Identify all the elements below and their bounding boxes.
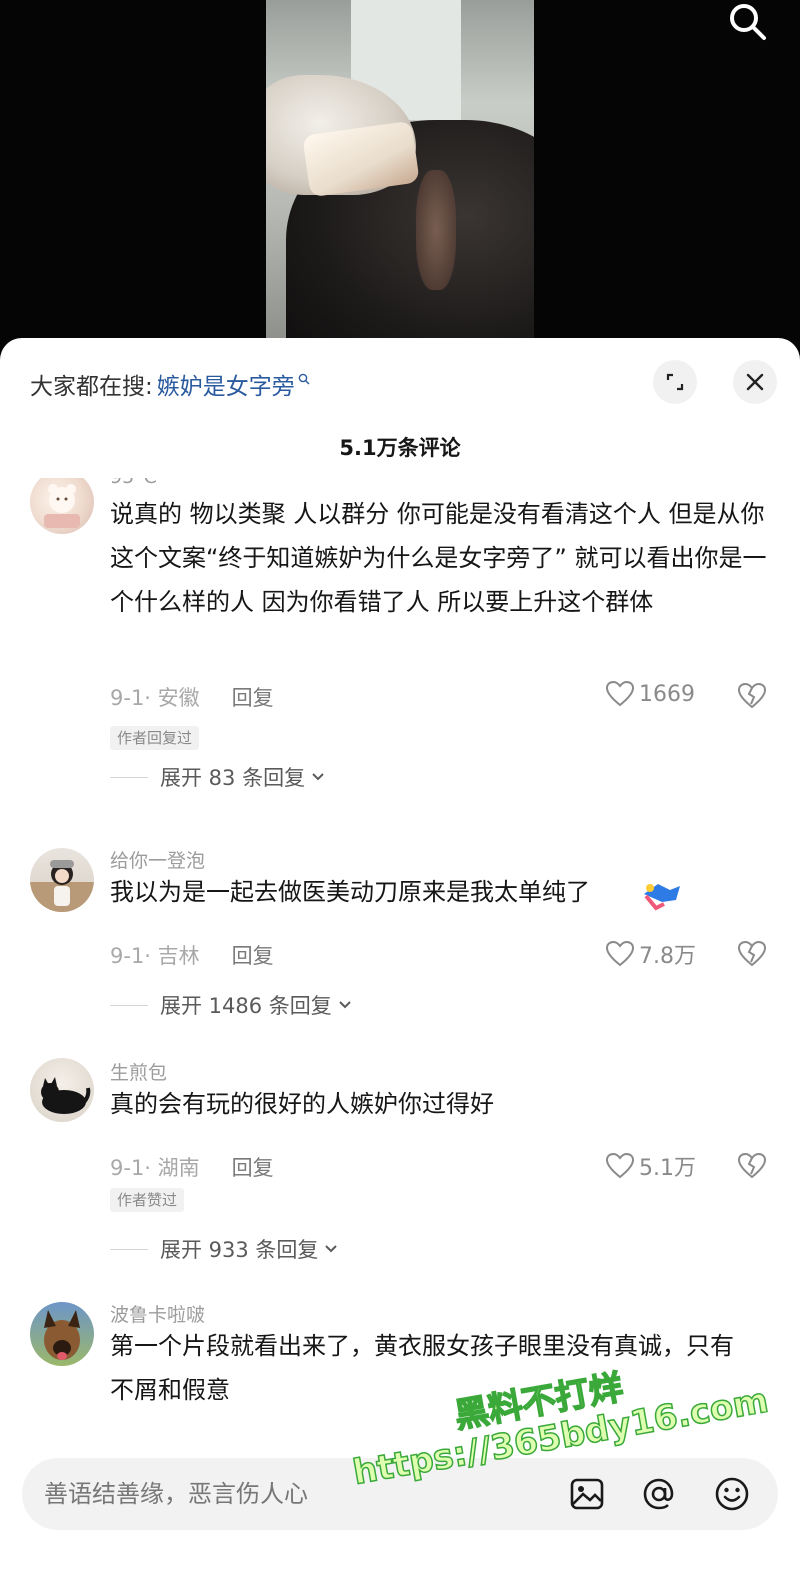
video-player[interactable] — [0, 0, 800, 360]
dislike-icon[interactable] — [737, 682, 767, 710]
avatar[interactable] — [30, 1302, 94, 1366]
heart-icon — [605, 940, 635, 967]
comment-nickname[interactable]: 95°C — [110, 478, 157, 488]
comment-nickname[interactable]: 波鲁卡啦啵 — [110, 1300, 205, 1327]
at-sign-icon — [643, 1478, 674, 1510]
reply-button[interactable]: 回复 — [232, 1152, 274, 1182]
close-button[interactable] — [733, 360, 777, 404]
divider-line — [110, 776, 148, 778]
mention-button[interactable] — [639, 1474, 679, 1514]
smiley-icon — [715, 1477, 749, 1511]
like-count: 1669 — [639, 681, 695, 707]
divider-line — [110, 1004, 148, 1006]
heart-icon — [605, 1152, 635, 1179]
expand-replies-label: 展开 1486 条回复 — [160, 994, 332, 1018]
avatar[interactable] — [30, 478, 94, 534]
bear-avatar-image — [44, 484, 80, 528]
like-button[interactable]: 1669 — [605, 680, 695, 708]
like-button[interactable]: 5.1万 — [605, 1150, 696, 1182]
chevron-down-icon — [339, 1001, 351, 1009]
image-button[interactable] — [567, 1474, 607, 1514]
comment-count: 5.1万条评论 — [339, 436, 461, 460]
comment-text: 我以为是一起去做医美动刀原来是我太单纯了 — [110, 878, 590, 906]
expand-replies-label: 展开 83 条回复 — [160, 766, 306, 790]
dislike-icon[interactable] — [737, 1152, 767, 1180]
chevron-down-icon — [325, 1245, 338, 1253]
comment-list[interactable]: 95°C 说真的 物以类聚 人以群分 你可能是没有看清这个人 但是从你这个文案“… — [0, 478, 800, 1416]
comment-input-bar — [22, 1458, 778, 1530]
comment-nickname[interactable]: 给你一登泡 — [110, 846, 205, 873]
trending-search-label: 大家都在搜: — [30, 374, 153, 400]
scalp-area — [416, 170, 456, 290]
comment-text: 真的会有玩的很好的人嫉妒你过得好 — [110, 1090, 494, 1118]
image-icon — [570, 1478, 604, 1510]
comment-date-location: 9-1· 湖南 — [110, 1156, 200, 1180]
video-frame — [266, 0, 534, 345]
small-search-icon — [298, 373, 310, 385]
author-replied-badge: 作者回复过 — [110, 726, 200, 750]
comment-nickname[interactable]: 生煎包 — [110, 1058, 167, 1085]
avatar[interactable] — [30, 848, 94, 912]
search-icon[interactable] — [726, 0, 770, 44]
author-liked-badge: 作者赞过 — [110, 1188, 185, 1212]
expand-replies-button[interactable]: 展开 1486 条回复 — [110, 990, 352, 1020]
trending-search[interactable]: 大家都在搜: 嫉妒是女字旁 — [30, 366, 310, 402]
comment-text: 第一个片段就看出来了，黄衣服女孩子眼里没有真诚，只有不屑和假意 — [110, 1332, 734, 1404]
comment-date-location: 9-1· 吉林 — [110, 944, 200, 968]
comment-meta: 9-1· 湖南 回复 — [110, 1152, 274, 1182]
skating-emoji-icon — [644, 884, 680, 911]
comment-date-location: 9-1· 安徽 — [110, 686, 200, 710]
trending-search-term[interactable]: 嫉妒是女字旁 — [157, 367, 295, 401]
close-icon — [746, 373, 764, 391]
comment-sheet: 大家都在搜: 嫉妒是女字旁 5.1万条评论 说真的 物以类聚 人以群分 你可能是… — [0, 338, 800, 1570]
like-button[interactable]: 7.8万 — [605, 938, 696, 970]
dog-avatar-image — [44, 1310, 80, 1360]
reply-button[interactable]: 回复 — [232, 940, 274, 970]
expand-replies-label: 展开 933 条回复 — [160, 1238, 319, 1262]
comment-text: 说真的 物以类聚 人以群分 你可能是没有看清这个人 但是从你这个文案“终于知道嫉… — [110, 500, 767, 616]
comment-meta: 9-1· 吉林 回复 — [110, 940, 274, 970]
like-count: 5.1万 — [639, 1156, 696, 1181]
expand-replies-button[interactable]: 展开 83 条回复 — [110, 762, 325, 792]
divider-line — [110, 1248, 148, 1250]
expand-replies-button[interactable]: 展开 933 条回复 — [110, 1234, 338, 1264]
fullscreen-button[interactable] — [653, 360, 697, 404]
comment-input[interactable] — [44, 1472, 544, 1516]
like-count: 7.8万 — [639, 944, 696, 969]
expand-icon — [666, 373, 684, 391]
girl-avatar-image — [30, 860, 94, 912]
black-cat-avatar-image — [41, 1077, 91, 1114]
comment-meta: 9-1· 安徽 回复 — [110, 682, 274, 712]
dislike-icon[interactable] — [737, 940, 767, 968]
emoji-button[interactable] — [712, 1474, 752, 1514]
heart-icon — [605, 680, 635, 707]
reply-button[interactable]: 回复 — [232, 682, 274, 712]
avatar[interactable] — [30, 1058, 94, 1122]
chevron-down-icon — [312, 773, 324, 781]
